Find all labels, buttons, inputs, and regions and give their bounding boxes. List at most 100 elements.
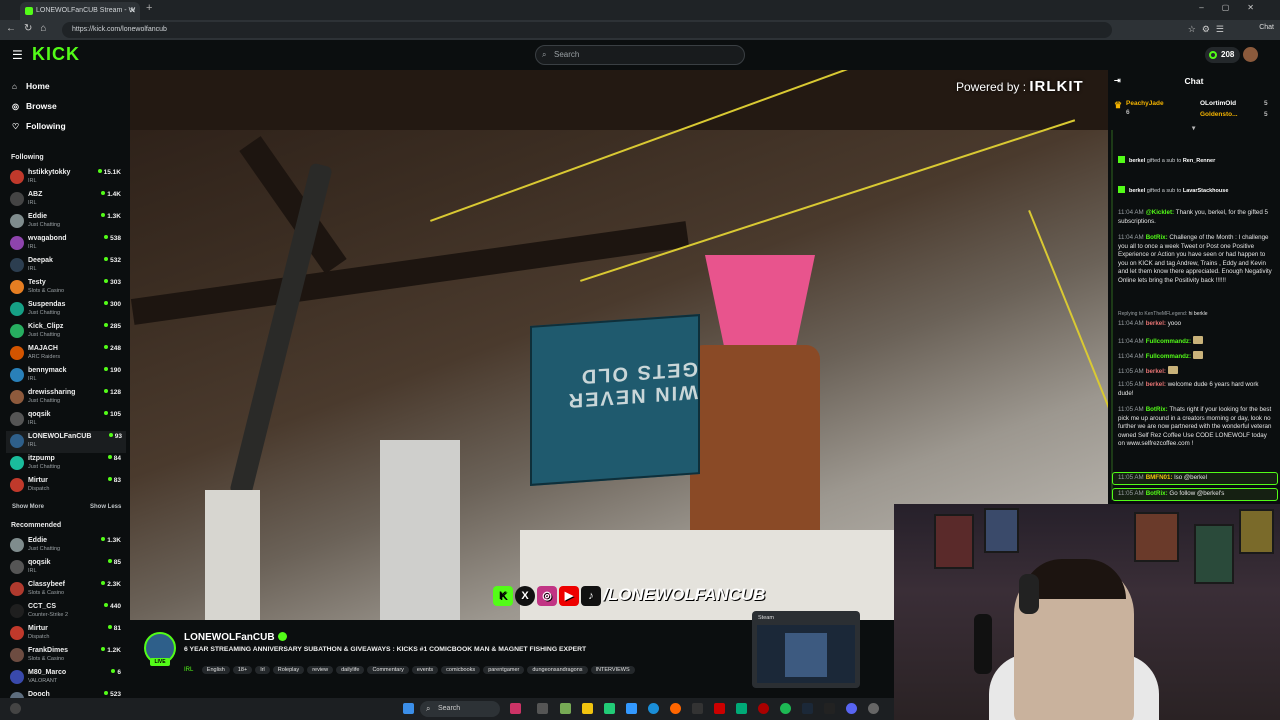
app-icon[interactable] <box>626 703 637 714</box>
leader-name[interactable]: Goldensto... <box>1200 111 1238 118</box>
message-user[interactable]: Fullcommandz: <box>1146 338 1193 345</box>
steam-icon[interactable] <box>802 703 813 714</box>
app-icon[interactable] <box>758 703 769 714</box>
stream-tag[interactable]: English <box>201 666 230 674</box>
sidebar-channel[interactable]: Mirtur Dispatch 83 <box>10 475 125 497</box>
sidebar-channel[interactable]: drewissharing Just Chatting 128 <box>10 387 125 409</box>
stream-tag[interactable]: dailylife <box>336 666 365 674</box>
collapse-chat-icon[interactable]: ⇥ <box>1114 70 1121 92</box>
leader-name[interactable]: OLortimOld <box>1200 100 1236 107</box>
browser-tab[interactable]: LONEWOLFanCUB Stream - W ✕ <box>20 2 140 20</box>
sidebar-channel[interactable]: FrankDimes Slots & Casino 1.2K <box>10 645 125 667</box>
sidebar-channel[interactable]: bennymack IRL 190 <box>10 365 125 387</box>
widget-icon[interactable] <box>10 703 21 714</box>
stream-tag[interactable]: events <box>411 666 439 674</box>
url-field[interactable]: https://kick.com/lonewolfancub <box>62 22 1112 38</box>
sidebar-nav-home[interactable]: ⌂ Home <box>12 81 50 91</box>
steam-taskbar-preview[interactable]: Steam <box>752 611 860 688</box>
user-avatar[interactable] <box>1243 47 1258 62</box>
sidebar-channel[interactable]: itzpump Just Chatting 84 <box>10 453 125 475</box>
stream-tag[interactable]: comicbooks <box>441 666 481 674</box>
app-icon[interactable] <box>537 703 548 714</box>
stream-category[interactable]: IRL <box>184 667 193 673</box>
sidebar-nav-following[interactable]: ♡ Following <box>12 121 66 131</box>
close-tab-icon[interactable]: ✕ <box>129 2 136 20</box>
stream-tag[interactable]: 18+ <box>232 666 253 674</box>
browser-chat-button[interactable]: Chat <box>1259 24 1274 31</box>
heart-icon: ♡ <box>12 122 20 131</box>
window-controls[interactable]: –▢✕ <box>1199 3 1272 12</box>
taskbar-search[interactable]: ⌕ Search <box>420 701 500 717</box>
search-input[interactable]: ⌕ Search <box>535 45 745 65</box>
expand-leaderboard-icon[interactable]: ▾ <box>1192 124 1195 132</box>
gift-target[interactable]: Ren_Renner <box>1183 158 1215 164</box>
sidebar-channel[interactable]: Mirtur Dispatch 81 <box>10 623 125 645</box>
gift-user[interactable]: berkel <box>1129 158 1145 164</box>
chat-title: Chat <box>1184 76 1204 86</box>
message-user[interactable]: @Kicklet: <box>1146 209 1176 216</box>
sidebar-channel[interactable]: Kick_Clipz Just Chatting 285 <box>10 321 125 343</box>
discord-icon[interactable] <box>846 703 857 714</box>
show-less-button[interactable]: Show Less <box>90 504 121 510</box>
sidebar-channel[interactable]: M80_Marco VALORANT 6 <box>10 667 125 689</box>
app-icon[interactable] <box>868 703 879 714</box>
stream-tag[interactable]: dungeonsandragons <box>527 666 588 674</box>
gift-target[interactable]: LavarStackhouse <box>1183 188 1229 194</box>
message-user[interactable]: BotRix: <box>1146 406 1170 413</box>
sidebar-channel[interactable]: MAJACH ARC Raiders 248 <box>10 343 125 365</box>
stream-tag[interactable]: Commentary <box>367 666 409 674</box>
sidebar-channel[interactable]: Eddie Just Chatting 1.3K <box>10 211 125 233</box>
sidebar-channel[interactable]: hstikkytokky IRL 15.1K <box>10 167 125 189</box>
message-user[interactable]: BMFN01: <box>1146 474 1175 481</box>
app-icon[interactable] <box>736 703 747 714</box>
message-user[interactable]: BotRix: <box>1146 490 1170 497</box>
stream-tag[interactable]: Roleplay <box>272 666 305 674</box>
message-user[interactable]: berkel: <box>1146 368 1168 375</box>
points-badge[interactable]: 208 <box>1205 47 1241 63</box>
streamer-name[interactable]: LONEWOLFanCUB <box>184 632 287 643</box>
sidebar-channel[interactable]: LONEWOLFanCUB IRL 93 <box>6 431 126 453</box>
app-icon[interactable] <box>560 703 571 714</box>
sidebar-channel[interactable]: Deepak IRL 532 <box>10 255 125 277</box>
message-user[interactable]: BotRix: <box>1146 234 1170 241</box>
app-icon[interactable] <box>604 703 615 714</box>
app-icon[interactable] <box>714 703 725 714</box>
app-icon[interactable] <box>824 703 835 714</box>
sidebar-channel[interactable]: ABZ IRL 1.4K <box>10 189 125 211</box>
spotify-icon[interactable] <box>780 703 791 714</box>
sidebar-channel[interactable]: qoqsik IRL 105 <box>10 409 125 431</box>
sidebar-channel[interactable]: Classybeef Slots & Casino 2.3K <box>10 579 125 601</box>
sidebar-nav-browse[interactable]: ◎ Browse <box>12 101 57 111</box>
channel-avatar <box>10 604 24 618</box>
browser-extension-icons[interactable]: ☆⚙☰ <box>1188 24 1230 35</box>
edge-icon[interactable] <box>648 703 659 714</box>
new-tab-icon[interactable]: + <box>146 2 152 14</box>
message-user[interactable]: berkel: <box>1146 381 1168 388</box>
nav-buttons[interactable]: ←↻⌂ <box>6 23 54 34</box>
sidebar-channel[interactable]: Testy Slots & Casino 303 <box>10 277 125 299</box>
sidebar-channel[interactable]: Eddie Just Chatting 1.3K <box>10 535 125 557</box>
stream-tag[interactable]: INTERVIEWS <box>590 666 635 674</box>
menu-icon[interactable]: ☰ <box>12 48 23 62</box>
message-time: 11:04 AM <box>1118 338 1144 345</box>
app-icon[interactable] <box>510 703 521 714</box>
show-more-button[interactable]: Show More <box>12 504 44 510</box>
file-explorer-icon[interactable] <box>582 703 593 714</box>
stream-tag[interactable]: review <box>307 666 334 674</box>
kick-logo[interactable]: KICK <box>32 44 80 65</box>
blue-box: WIN NEVER GETS OLD <box>530 314 700 486</box>
stream-tag[interactable]: parentgamer <box>483 666 525 674</box>
gift-user[interactable]: berkel <box>1129 188 1145 194</box>
leader-name[interactable]: PeachyJade <box>1126 100 1164 107</box>
sidebar-channel[interactable]: Suspendas Just Chatting 300 <box>10 299 125 321</box>
sidebar-channel[interactable]: CCT_CS Counter-Strike 2 440 <box>10 601 125 623</box>
app-icon[interactable] <box>692 703 703 714</box>
windows-start-icon[interactable] <box>403 703 414 714</box>
stream-tag[interactable]: Irl <box>255 666 270 674</box>
message-user[interactable]: Fullcommandz: <box>1146 353 1193 360</box>
sidebar-channel[interactable]: qoqsik IRL 85 <box>10 557 125 579</box>
message-user[interactable]: berkel: <box>1146 320 1168 327</box>
message-user[interactable]: Replying to KenTheMFLegend: <box>1118 311 1189 317</box>
firefox-icon[interactable] <box>670 703 681 714</box>
sidebar-channel[interactable]: wvagabond IRL 538 <box>10 233 125 255</box>
